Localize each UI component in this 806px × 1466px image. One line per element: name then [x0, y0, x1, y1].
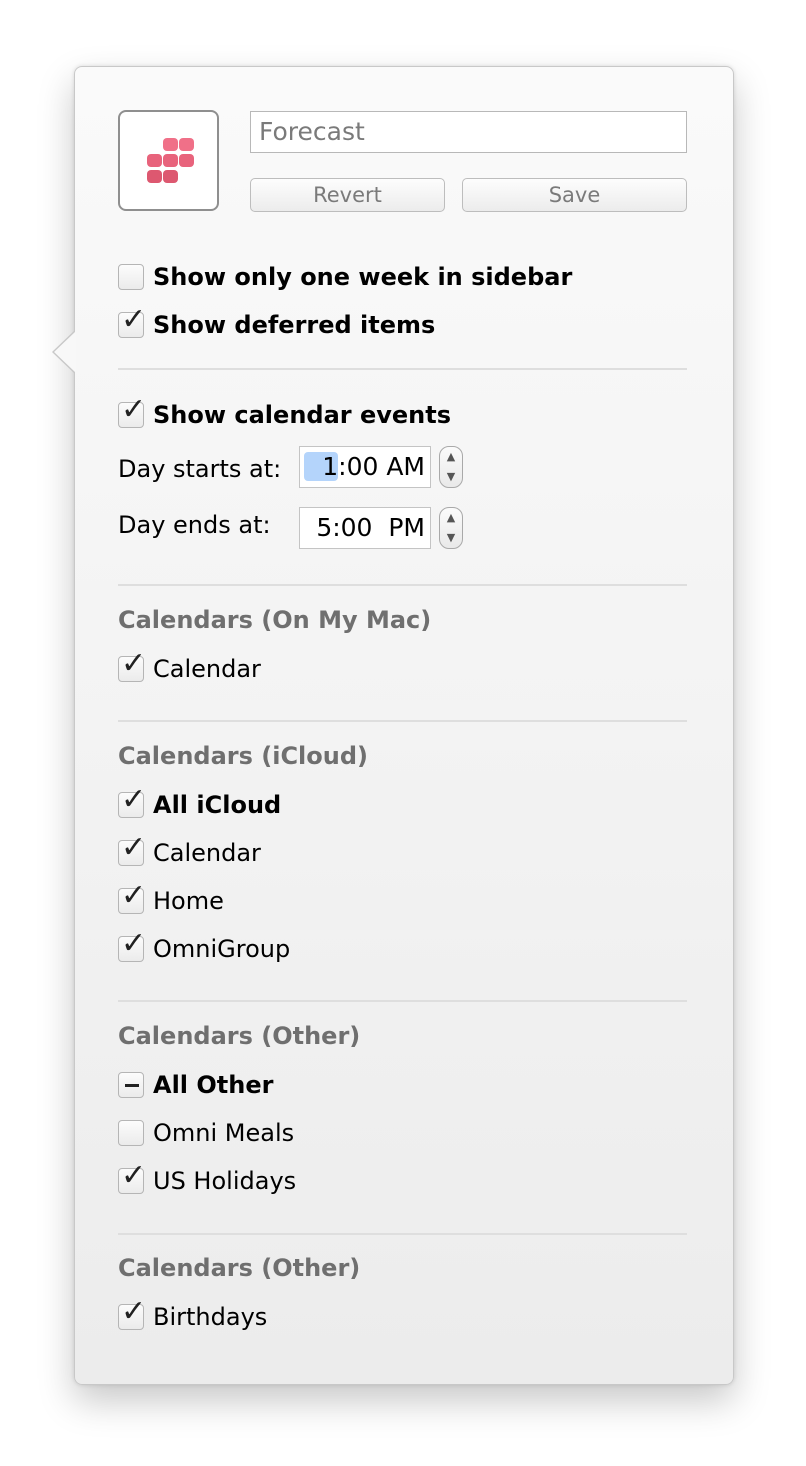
icon-dot [163, 170, 178, 183]
forecast-icon[interactable] [118, 110, 219, 211]
calendar-item-label: Calendar [153, 655, 261, 683]
calendar-item[interactable]: ✓ OmniGroup [118, 927, 291, 965]
icon-dot [179, 138, 194, 151]
calendar-item-label: Birthdays [153, 1303, 268, 1331]
icon-dot [147, 154, 162, 167]
show-one-week-checkbox[interactable]: Show only one week in sidebar [118, 261, 572, 293]
stepper-down-icon[interactable]: ▼ [440, 467, 462, 487]
stepper-down-icon[interactable]: ▼ [440, 528, 462, 548]
day-starts-field[interactable]: 1:00 AM [299, 446, 431, 488]
time-rest: :00 AM [338, 452, 425, 481]
show-deferred-checkbox[interactable]: ✓ Show deferred items [118, 303, 436, 341]
checkbox-label: Show deferred items [153, 311, 436, 339]
calendar-item[interactable]: ✓ Calendar [118, 647, 261, 685]
calendar-item[interactable]: ✓ All iCloud [118, 783, 282, 821]
calendar-item[interactable]: ✓ Home [118, 879, 224, 917]
stepper-up-icon[interactable]: ▲ [440, 508, 462, 528]
checkbox-checked[interactable]: ✓ [118, 927, 146, 962]
perspective-name-field[interactable]: Forecast [250, 111, 687, 153]
calendar-item[interactable]: ✓ Birthdays [118, 1295, 268, 1333]
checkbox-unchecked[interactable] [118, 1120, 144, 1146]
stepper-up-icon[interactable]: ▲ [440, 447, 462, 467]
checkbox-checked[interactable]: ✓ [118, 1159, 146, 1194]
calendar-item-label: Calendar [153, 839, 261, 867]
checkbox-checked[interactable]: ✓ [118, 879, 146, 914]
calendar-group-title: Calendars (Other) [118, 1022, 361, 1050]
mixed-state-icon [125, 1084, 139, 1087]
checkmark-icon: ✓ [121, 392, 147, 427]
calendar-item-label: Home [153, 887, 224, 915]
checkbox-checked[interactable]: ✓ [118, 1295, 146, 1330]
calendar-item[interactable]: ✓ Calendar [118, 831, 261, 869]
checkmark-icon: ✓ [121, 1294, 147, 1329]
checkbox-checked[interactable]: ✓ [118, 831, 146, 866]
checkmark-icon: ✓ [121, 926, 147, 961]
popover-arrow-fill [54, 331, 76, 373]
day-ends-field[interactable]: 5:00 PM [299, 507, 431, 549]
calendar-group-title: Calendars (Other) [118, 1254, 361, 1282]
checkmark-icon: ✓ [121, 302, 147, 337]
checkmark-icon: ✓ [121, 1158, 147, 1193]
revert-button[interactable]: Revert [250, 178, 445, 212]
divider [118, 720, 687, 722]
icon-dot [163, 154, 178, 167]
calendar-item[interactable]: Omni Meals [118, 1117, 294, 1149]
day-starts-label: Day starts at: [118, 455, 282, 483]
selected-hour[interactable]: 1 [304, 452, 339, 481]
checkbox-mixed[interactable] [118, 1072, 144, 1098]
checkbox-unchecked[interactable] [118, 264, 144, 290]
icon-dot [147, 170, 162, 183]
day-starts-stepper[interactable]: ▲ ▼ [439, 446, 463, 488]
day-ends-stepper[interactable]: ▲ ▼ [439, 507, 463, 549]
calendar-item-label: All iCloud [153, 791, 282, 819]
day-ends-label: Day ends at: [118, 511, 271, 539]
icon-dot [163, 138, 178, 151]
checkbox-checked[interactable]: ✓ [118, 393, 146, 428]
save-button[interactable]: Save [462, 178, 687, 212]
icon-dot [179, 154, 194, 167]
checkmark-icon: ✓ [121, 830, 147, 865]
divider [118, 1233, 687, 1235]
divider [118, 1000, 687, 1002]
checkmark-icon: ✓ [121, 782, 147, 817]
calendar-group-title: Calendars (iCloud) [118, 742, 369, 770]
calendar-group-title: Calendars (On My Mac) [118, 606, 432, 634]
divider [118, 584, 687, 586]
calendar-item[interactable]: All Other [118, 1069, 273, 1101]
show-calendar-events-checkbox[interactable]: ✓ Show calendar events [118, 393, 452, 431]
calendar-item-label: Omni Meals [153, 1119, 295, 1147]
checkbox-checked[interactable]: ✓ [118, 647, 146, 682]
checkbox-checked[interactable]: ✓ [118, 303, 146, 338]
calendar-item[interactable]: ✓ US Holidays [118, 1159, 297, 1197]
checkmark-icon: ✓ [121, 646, 147, 681]
checkbox-label: Show calendar events [153, 401, 452, 429]
calendar-item-label: US Holidays [153, 1167, 297, 1195]
checkbox-label: Show only one week in sidebar [153, 263, 573, 291]
calendar-item-label: OmniGroup [153, 935, 291, 963]
calendar-item-label: All Other [153, 1071, 274, 1099]
checkmark-icon: ✓ [121, 878, 147, 913]
checkbox-checked[interactable]: ✓ [118, 783, 146, 818]
divider [118, 368, 687, 370]
